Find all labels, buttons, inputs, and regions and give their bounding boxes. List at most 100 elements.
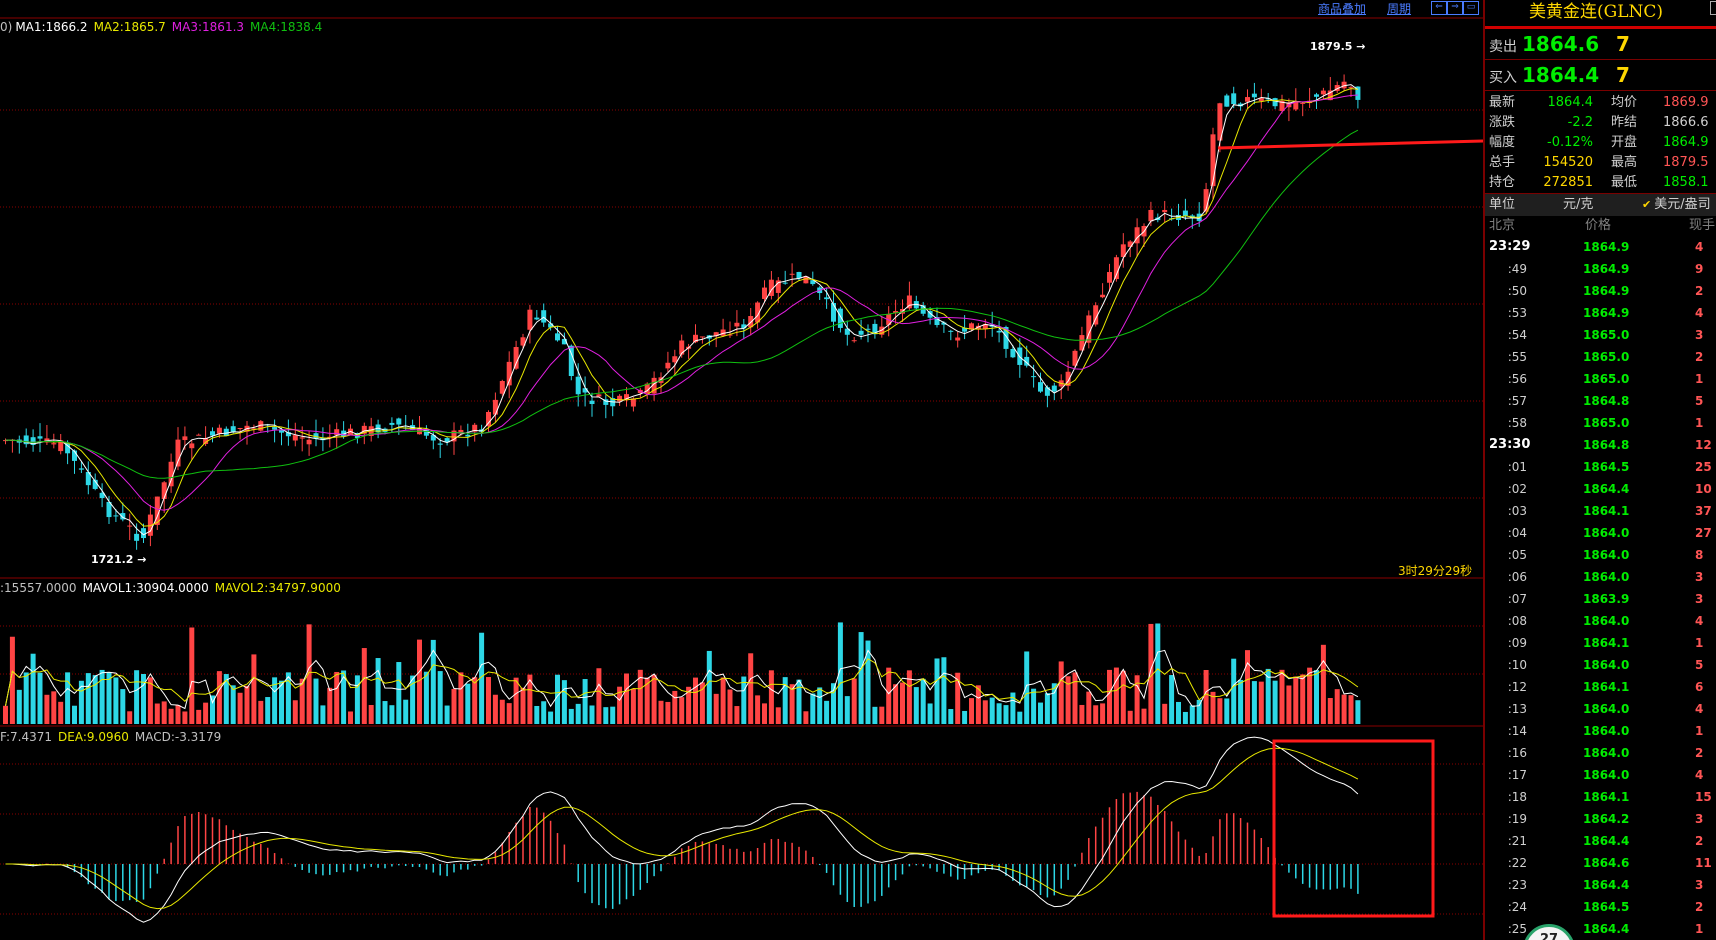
volume-bar — [1086, 691, 1092, 724]
tick-row[interactable]: :18 1864.1 15 — [1485, 786, 1716, 808]
candle-body — [596, 394, 602, 397]
unit-yuan-gram[interactable]: 元/克 — [1563, 194, 1593, 216]
tick-volume: 2 — [1695, 834, 1704, 848]
candle-body — [272, 427, 278, 430]
volume-bar — [120, 689, 126, 724]
candle-body — [948, 330, 954, 332]
volume-bar — [23, 672, 29, 724]
tick-row[interactable]: :08 1864.0 4 — [1485, 610, 1716, 632]
chart-canvas[interactable] — [0, 0, 1483, 940]
tick-row[interactable]: :25 1864.4 1 — [1485, 918, 1716, 940]
tick-row[interactable]: :23 1864.4 3 — [1485, 874, 1716, 896]
tick-time: :23 — [1507, 878, 1527, 892]
tick-volume: 37 — [1695, 504, 1712, 518]
stat-row: 涨跌 -2.2 昨结 1866.6 — [1485, 113, 1716, 133]
tick-row[interactable]: :58 1865.0 1 — [1485, 412, 1716, 434]
sell-row: 卖出 1864.6 7 — [1485, 29, 1716, 60]
tick-row[interactable]: :05 1864.0 8 — [1485, 544, 1716, 566]
countdown-timer: 3时29分29秒 — [1398, 564, 1473, 578]
tick-row[interactable]: :19 1864.2 3 — [1485, 808, 1716, 830]
volume-bar — [513, 677, 519, 724]
candle-body — [782, 282, 788, 284]
tick-row[interactable]: :07 1863.9 3 — [1485, 588, 1716, 610]
tick-row[interactable]: :01 1864.5 25 — [1485, 456, 1716, 478]
volume-bar — [1100, 703, 1106, 724]
window-layout-icon[interactable]: ▭ — [1463, 1, 1479, 15]
tick-row[interactable]: :14 1864.0 1 — [1485, 720, 1716, 742]
volume-bar — [1341, 694, 1347, 724]
tick-volume: 3 — [1695, 878, 1704, 892]
stats-block: 最新 1864.4 均价 1869.9 涨跌 -2.2 昨结 1866.6 幅度 -0.12% 开盘… — [1485, 91, 1716, 194]
unit-usd-oz-option[interactable]: ✔ 美元/盎司 — [1642, 194, 1711, 216]
stat-label: 持仓 — [1489, 175, 1516, 190]
volume-bar — [913, 687, 919, 724]
buy-price: 1864.4 — [1522, 63, 1600, 87]
zoom-in-icon[interactable]: ⇒ — [1447, 1, 1463, 15]
tick-row[interactable]: :56 1865.0 1 — [1485, 368, 1716, 390]
tick-row[interactable]: :21 1864.4 2 — [1485, 830, 1716, 852]
tick-row[interactable]: :54 1865.0 3 — [1485, 324, 1716, 346]
volume-bar — [189, 627, 195, 724]
tick-row[interactable]: :24 1864.5 2 — [1485, 896, 1716, 918]
volume-bar — [630, 688, 636, 724]
tick-row[interactable]: :12 1864.1 6 — [1485, 676, 1716, 698]
tick-row[interactable]: :04 1864.0 27 — [1485, 522, 1716, 544]
period-link[interactable]: 周期 — [1387, 0, 1411, 17]
tick-row[interactable]: :09 1864.1 1 — [1485, 632, 1716, 654]
volume-bar — [168, 708, 174, 724]
legend-macd: MACD:-3.3179 — [134, 730, 222, 744]
candle-body — [78, 468, 84, 470]
candle-body — [955, 337, 961, 341]
tick-row[interactable]: :03 1864.1 37 — [1485, 500, 1716, 522]
volume-bar — [1155, 623, 1161, 724]
tick-time: 23:29 — [1489, 239, 1531, 254]
tick-row[interactable]: :10 1864.0 5 — [1485, 654, 1716, 676]
tick-time: :50 — [1507, 284, 1527, 298]
volume-bar — [1320, 644, 1326, 724]
volume-bar — [624, 673, 629, 724]
volume-bar — [506, 703, 512, 724]
tick-row[interactable]: :02 1864.4 10 — [1485, 478, 1716, 500]
tick-row[interactable]: 23:29 1864.9 4 — [1485, 236, 1716, 258]
tick-time: :19 — [1507, 812, 1527, 826]
panel-menu-icon[interactable] — [1710, 1, 1716, 15]
chart-area[interactable]: 商品叠加 周期 ⇐ ⇒ ▭ 0) MA1:1866.2 MA2:1865.7 MA3:… — [0, 0, 1483, 940]
tick-volume: 4 — [1695, 240, 1704, 254]
candle-body — [37, 436, 43, 439]
tick-row[interactable]: :57 1864.8 5 — [1485, 390, 1716, 412]
volume-bar — [389, 705, 395, 724]
tick-row[interactable]: :06 1864.0 3 — [1485, 566, 1716, 588]
tick-row[interactable]: :22 1864.6 11 — [1485, 852, 1716, 874]
volume-bar — [1093, 705, 1099, 724]
tick-time: :16 — [1507, 746, 1527, 760]
tick-volume: 12 — [1695, 438, 1712, 452]
volume-bar — [465, 683, 471, 724]
tick-row[interactable]: :53 1864.9 4 — [1485, 302, 1716, 324]
volume-bar — [251, 654, 257, 724]
stat-row: 持仓 272851 最低 1858.1 — [1485, 173, 1716, 193]
volume-bar — [941, 657, 947, 724]
overlay-commodity-link[interactable]: 商品叠加 — [1318, 0, 1366, 17]
candle-body — [492, 399, 498, 415]
volume-bar — [230, 685, 236, 724]
tick-row[interactable]: :13 1864.0 4 — [1485, 698, 1716, 720]
tick-table[interactable]: 23:29 1864.9 4:49 1864.9 9:50 1864.9 2:53 1864.… — [1485, 236, 1716, 940]
volume-bar — [368, 705, 374, 724]
volume-bar — [1314, 670, 1319, 724]
tick-row[interactable]: :16 1864.0 2 — [1485, 742, 1716, 764]
tick-row[interactable]: :17 1864.0 4 — [1485, 764, 1716, 786]
tick-row[interactable]: :50 1864.9 2 — [1485, 280, 1716, 302]
volume-bar — [596, 668, 602, 724]
tick-row[interactable]: 23:30 1864.8 12 — [1485, 434, 1716, 456]
stat-value: 1879.5 — [1663, 155, 1709, 170]
volume-bar — [1231, 658, 1237, 724]
tick-row[interactable]: :49 1864.9 9 — [1485, 258, 1716, 280]
volume-bar — [334, 671, 340, 724]
col-price: 价格 — [1585, 218, 1612, 233]
volume-bar — [492, 694, 498, 724]
volume-bar — [403, 699, 409, 724]
zoom-out-icon[interactable]: ⇐ — [1431, 1, 1447, 15]
tick-row[interactable]: :55 1865.0 2 — [1485, 346, 1716, 368]
legend-ma4: MA4:1838.4 — [250, 20, 323, 34]
tick-volume: 2 — [1695, 350, 1704, 364]
